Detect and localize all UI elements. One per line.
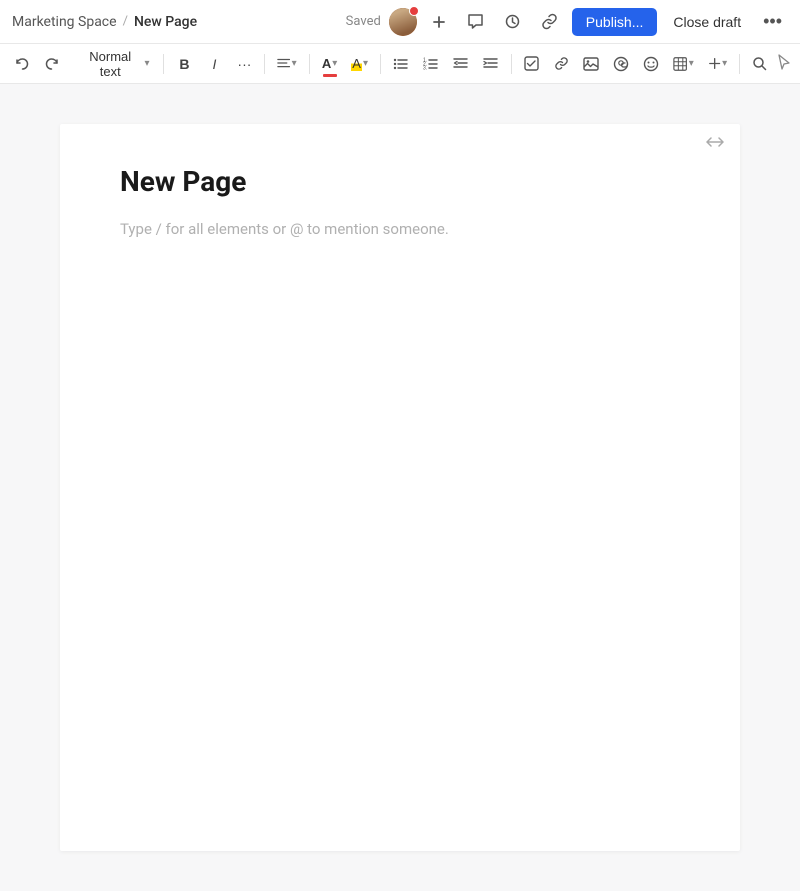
table-icon: [673, 56, 687, 72]
image-icon: [583, 56, 599, 72]
notification-dot: [409, 6, 419, 16]
alignment-button[interactable]: ▾: [271, 50, 302, 78]
table-button[interactable]: ▾: [667, 50, 699, 78]
text-style-label: Normal text: [80, 49, 140, 79]
editor-content[interactable]: New Page Type / for all elements or @ to…: [60, 124, 740, 851]
text-color-icon: A: [322, 56, 331, 71]
avatar-wrapper[interactable]: [389, 8, 417, 36]
plus-icon: [431, 14, 447, 30]
divider-5: [511, 54, 512, 74]
checkbox-button[interactable]: [517, 50, 545, 78]
redo-icon: [44, 56, 60, 72]
editor-placeholder[interactable]: Type / for all elements or @ to mention …: [120, 220, 680, 238]
toolbar: Normal text ▾ B I ··· ▾ A ▾ A ▾: [0, 44, 800, 84]
alignment-chevron-icon: ▾: [292, 58, 297, 69]
add-button[interactable]: [425, 10, 453, 34]
highlight-button[interactable]: A ▾: [346, 50, 374, 78]
indent-button[interactable]: [477, 50, 505, 78]
text-color-chevron-icon: ▾: [332, 58, 337, 69]
italic-icon: I: [212, 56, 216, 72]
history-icon: [504, 13, 521, 30]
svg-text:3.: 3.: [423, 66, 427, 72]
outdent-button[interactable]: [447, 50, 475, 78]
share-button[interactable]: [535, 9, 564, 34]
divider-6: [739, 54, 740, 74]
mention-icon: [613, 56, 629, 72]
italic-button[interactable]: I: [200, 50, 228, 78]
undo-redo-group: [8, 50, 66, 78]
link-toolbar-icon: [554, 56, 569, 71]
divider-2: [264, 54, 265, 74]
more-formatting-icon: ···: [237, 56, 251, 72]
comment-icon: [467, 13, 484, 30]
redo-button[interactable]: [38, 50, 66, 78]
bold-button[interactable]: B: [170, 50, 198, 78]
top-bar: Marketing Space / New Page Saved: [0, 0, 800, 44]
comment-button[interactable]: [461, 9, 490, 34]
highlight-icon: A: [351, 56, 362, 71]
insert-button[interactable]: ▾: [702, 50, 733, 78]
publish-button[interactable]: Publish...: [572, 8, 658, 36]
table-chevron-icon: ▾: [689, 58, 694, 69]
breadcrumb: Marketing Space / New Page: [12, 14, 197, 30]
bullet-list-button[interactable]: [387, 50, 415, 78]
emoji-button[interactable]: [637, 50, 665, 78]
alignment-icon: [277, 56, 290, 71]
ordered-list-icon: 1. 2. 3.: [423, 56, 438, 71]
close-draft-button[interactable]: Close draft: [665, 8, 749, 36]
breadcrumb-space[interactable]: Marketing Space: [12, 14, 117, 30]
page-title[interactable]: New Page: [120, 164, 680, 200]
breadcrumb-page[interactable]: New Page: [134, 14, 197, 30]
outdent-icon: [453, 56, 468, 71]
text-color-button[interactable]: A ▾: [316, 50, 344, 78]
link-button[interactable]: [547, 50, 575, 78]
link-icon: [541, 13, 558, 30]
top-bar-right: Saved: [346, 7, 788, 36]
image-button[interactable]: [577, 50, 605, 78]
breadcrumb-separator: /: [123, 14, 128, 29]
ordered-list-button[interactable]: 1. 2. 3.: [417, 50, 445, 78]
more-options-icon: •••: [763, 11, 782, 32]
editor-area: New Page Type / for all elements or @ to…: [0, 84, 800, 891]
mention-button[interactable]: [607, 50, 635, 78]
insert-icon: [708, 56, 721, 71]
more-options-button[interactable]: •••: [757, 7, 788, 36]
divider-1: [163, 54, 164, 74]
checkbox-icon: [524, 56, 539, 71]
cursor-icon: [776, 53, 792, 71]
search-icon: [752, 56, 768, 72]
bullet-list-icon: [393, 56, 408, 71]
expand-button[interactable]: [706, 136, 724, 148]
divider-3: [309, 54, 310, 74]
cursor-indicator: [776, 53, 792, 75]
indent-icon: [483, 56, 498, 71]
more-formatting-button[interactable]: ···: [230, 50, 258, 78]
highlight-chevron-icon: ▾: [363, 58, 368, 69]
chevron-down-icon: ▾: [144, 58, 149, 69]
saved-status: Saved: [346, 14, 381, 29]
emoji-icon: [643, 56, 659, 72]
bold-icon: B: [179, 56, 189, 72]
history-button[interactable]: [498, 9, 527, 34]
divider-4: [380, 54, 381, 74]
insert-chevron-icon: ▾: [722, 58, 727, 69]
text-color-underline: [323, 74, 337, 77]
undo-button[interactable]: [8, 50, 36, 78]
search-button[interactable]: [746, 50, 774, 78]
text-style-dropdown[interactable]: Normal text ▾: [72, 50, 157, 78]
expand-icon: [706, 136, 724, 148]
undo-icon: [14, 56, 30, 72]
